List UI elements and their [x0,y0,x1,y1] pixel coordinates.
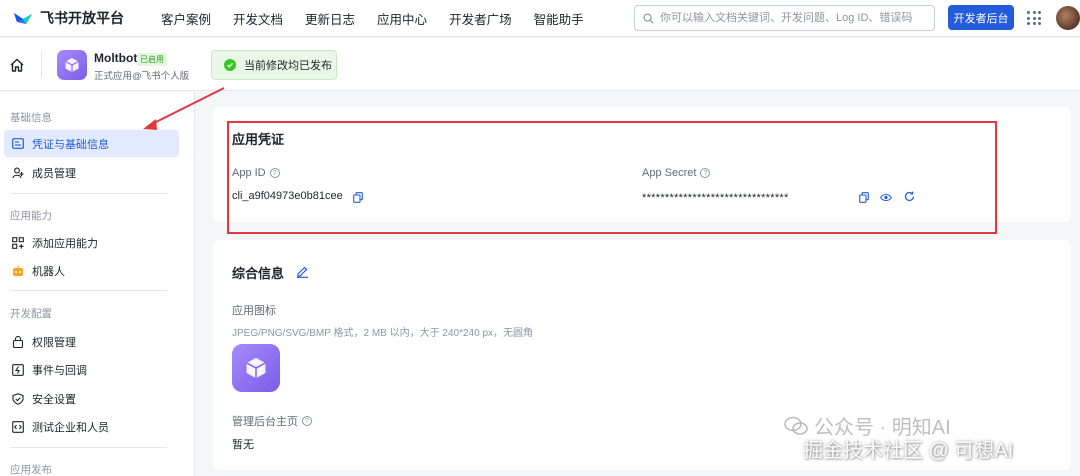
nav-link-cases[interactable]: 客户案例 [161,9,211,28]
nav-link-docs[interactable]: 开发文档 [233,9,283,28]
cube-icon [65,58,79,72]
code-icon [12,420,24,433]
annotation-arrow [143,87,225,130]
sidebar: 基础信息 凭证与基础信息 成员管理 应用能力 添加应用能力 机器人 开发配置 权… [0,92,195,476]
watermark-juejin: 掘金技术社区 @ 可想AI [803,440,1014,462]
sidebar-item-label: 添加应用能力 [32,237,98,250]
homepage-label: 管理后台主页 ? [232,413,312,429]
sidebar-item-label: 权限管理 [32,336,76,349]
user-add-icon [12,167,24,179]
app-icon-preview[interactable] [232,344,280,392]
wechat-icon [784,416,808,435]
general-title: 综合信息 [232,266,285,281]
sidebar-item-security[interactable]: 安全设置 [4,385,179,412]
id-card-icon [12,138,24,150]
nav-link-app-center[interactable]: 应用中心 [377,9,427,28]
app-name: Moltbot [94,51,138,65]
check-circle-icon [224,59,236,71]
app-secret-value: ******************************** [642,192,789,204]
app-launcher-icon[interactable] [1027,11,1041,25]
sidebar-divider [10,193,167,194]
lock-icon [12,335,24,348]
search-icon [643,13,654,24]
eye-icon[interactable] [880,191,892,203]
help-icon[interactable]: ? [302,416,312,426]
sidebar-item-label: 测试企业和人员 [32,421,109,434]
search-input[interactable] [660,12,920,24]
app-subtitle: 正式应用@飞书个人版 [94,71,190,82]
credentials-title: 应用凭证 [232,132,285,147]
refresh-icon[interactable] [903,190,915,202]
homepage-value: 暂无 [232,439,254,451]
sidebar-item-permissions[interactable]: 权限管理 [4,328,179,355]
highlight-box [227,121,997,234]
platform-logo[interactable]: 飞书开放平台 [12,8,149,28]
help-icon[interactable]: ? [700,168,711,178]
home-icon[interactable] [9,58,25,72]
toast-text: 当前修改均已发布 [244,60,332,72]
help-icon[interactable]: ? [269,168,280,178]
app-id-label: App ID ? [232,167,280,179]
app-icon-hint: JPEG/PNG/SVG/BMP 格式，2 MB 以内，大于 240*240 p… [232,328,534,339]
sidebar-group-dev-config: 开发配置 [10,308,52,320]
edit-icon[interactable] [295,264,309,278]
cube-icon [246,357,266,379]
sidebar-item-label: 机器人 [32,265,65,278]
header-divider [41,52,42,78]
event-icon [12,363,24,376]
sidebar-group-basic: 基础信息 [10,112,52,124]
status-badge: 已启用 [137,53,167,66]
search-box[interactable] [634,5,935,31]
nav-link-dev-square[interactable]: 开发者广场 [449,9,512,28]
logo-text: 飞书开放平台 [40,10,124,26]
sidebar-item-bot[interactable]: 机器人 [4,257,179,284]
top-nav: 飞书开放平台 客户案例 开发文档 更新日志 应用中心 开发者广场 智能助手 开发… [0,0,1080,37]
grid-add-icon [12,236,24,249]
feishu-logo-icon [14,13,32,24]
sidebar-group-release: 应用发布 [10,464,52,476]
sidebar-item-test-users[interactable]: 测试企业和人员 [4,413,179,440]
app-icon [57,50,87,80]
app-id-value: cli_a9f04973e0b81cee [232,190,343,202]
sidebar-group-capability: 应用能力 [10,210,52,222]
nav-link-changelog[interactable]: 更新日志 [305,9,355,28]
robot-icon [12,265,24,277]
copy-icon[interactable] [352,191,364,203]
sidebar-item-label: 安全设置 [32,393,76,406]
sidebar-divider [10,290,167,291]
app-icon-label: 应用图标 [232,305,276,317]
copy-icon[interactable] [858,191,870,203]
sidebar-item-members[interactable]: 成员管理 [4,159,179,186]
app-secret-label: App Secret ? [642,167,711,179]
publish-status-toast: 当前修改均已发布 [211,50,337,80]
user-avatar[interactable] [1056,6,1080,30]
sidebar-item-add-capability[interactable]: 添加应用能力 [4,229,179,256]
sidebar-item-label: 事件与回调 [32,364,87,377]
developer-console-button[interactable]: 开发者后台 [948,5,1014,30]
sidebar-item-label: 成员管理 [32,167,76,180]
shield-icon [12,392,24,405]
sidebar-item-events[interactable]: 事件与回调 [4,356,179,383]
sidebar-item-label: 凭证与基础信息 [32,138,109,151]
app-header: Moltbot 已启用 正式应用@飞书个人版 当前修改均已发布 [0,38,1080,91]
sidebar-divider [10,447,167,448]
nav-link-assistant[interactable]: 智能助手 [534,9,584,28]
